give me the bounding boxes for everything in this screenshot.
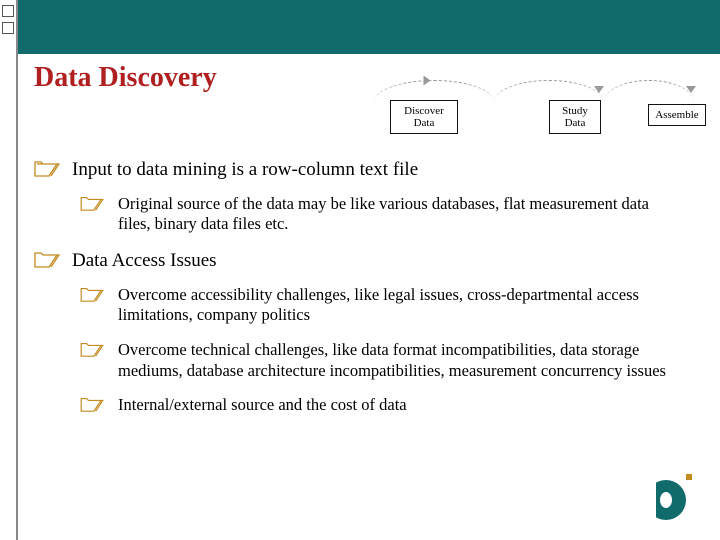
slide: Data Discovery Discover Data Study Data …	[0, 0, 720, 540]
diagram-arrow-icon	[594, 86, 604, 93]
diagram-box-label: Assemble	[655, 109, 699, 121]
diagram-box-discover: Discover Data	[390, 100, 458, 134]
bullet-text: Internal/external source and the cost of…	[118, 395, 690, 416]
bullet-level2: Original source of the data may be like …	[80, 194, 690, 235]
diagram-box-label: Data	[397, 117, 451, 129]
sidebar	[0, 0, 18, 540]
content-area: Input to data mining is a row-column tex…	[34, 158, 690, 480]
bullet-text: Original source of the data may be like …	[118, 194, 690, 235]
bullet-text: Data Access Issues	[72, 249, 690, 273]
sidebar-box	[2, 22, 14, 34]
bullet-level2: Internal/external source and the cost of…	[80, 395, 690, 416]
diagram-arrow-icon	[424, 76, 431, 86]
diagram-arc	[494, 80, 604, 102]
logo-d-hole	[660, 492, 672, 508]
diagram-arc	[604, 80, 694, 102]
bullet-level1: Data Access Issues	[34, 249, 690, 273]
folder-icon	[80, 194, 108, 214]
bullet-level1: Input to data mining is a row-column tex…	[34, 158, 690, 182]
diagram-box-assemble: Assemble	[648, 104, 706, 126]
folder-icon	[34, 249, 62, 269]
bullet-level2: Overcome technical challenges, like data…	[80, 340, 690, 381]
corner-logo	[646, 474, 692, 520]
bullet-level2: Overcome accessibility challenges, like …	[80, 285, 690, 326]
top-bar	[0, 0, 720, 54]
diagram-box-label: Discover	[397, 105, 451, 117]
logo-dot-icon	[686, 474, 692, 480]
slide-title: Data Discovery	[34, 62, 217, 94]
bullet-text: Input to data mining is a row-column tex…	[72, 158, 690, 182]
folder-icon	[80, 395, 108, 415]
diagram-box-study: Study Data	[549, 100, 601, 134]
folder-icon	[80, 285, 108, 305]
folder-icon	[34, 158, 62, 178]
diagram-box-label: Data	[556, 117, 594, 129]
diagram-arc	[374, 80, 494, 102]
folder-icon	[80, 340, 108, 360]
bullet-text: Overcome accessibility challenges, like …	[118, 285, 690, 326]
process-diagram: Discover Data Study Data Assemble	[364, 80, 704, 150]
diagram-arrow-icon	[686, 86, 696, 93]
diagram-box-label: Study	[556, 105, 594, 117]
logo-d-cut	[636, 480, 656, 520]
bullet-text: Overcome technical challenges, like data…	[118, 340, 690, 381]
sidebar-box	[2, 5, 14, 17]
